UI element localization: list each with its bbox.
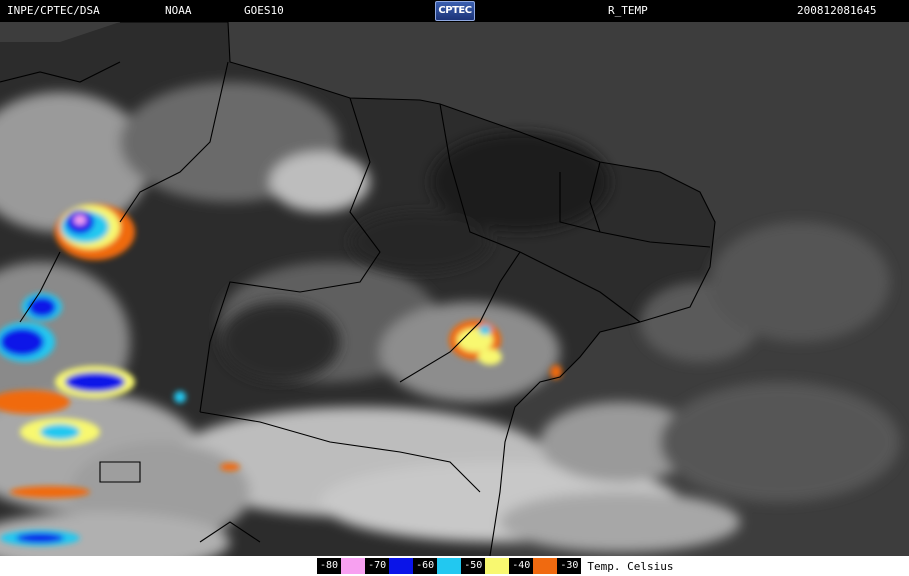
- legend-swatch: [341, 558, 366, 574]
- legend-swatch: [389, 558, 414, 574]
- legend-label: -70: [365, 558, 390, 574]
- infrared-satellite-map: [0, 21, 909, 572]
- satellite-image: [0, 21, 909, 572]
- agency-label: NOAA: [165, 4, 192, 17]
- satellite-label: GOES10: [244, 4, 284, 17]
- logo-text: CPTEC: [438, 5, 472, 16]
- legend-title: Temp. Celsius: [587, 559, 674, 573]
- product-label: R_TEMP: [608, 4, 648, 17]
- legend-swatch: [485, 558, 510, 574]
- temperature-legend: -80 -70 -60 -50 -40 -30 Temp. Celsius: [317, 556, 673, 576]
- image-header-bar: INPE/CPTEC/DSA NOAA GOES10 CPTEC R_TEMP …: [0, 0, 909, 22]
- legend-label: -40: [509, 558, 534, 574]
- legend-label: -50: [461, 558, 486, 574]
- timestamp-label: 200812081645: [797, 4, 877, 17]
- legend-swatch: [437, 558, 462, 574]
- institution-label: INPE/CPTEC/DSA: [7, 4, 100, 17]
- legend-label: -80: [317, 558, 342, 574]
- cptec-logo: CPTEC: [435, 1, 475, 21]
- legend-swatch: [533, 558, 558, 574]
- legend-bar: -80 -70 -60 -50 -40 -30 Temp. Celsius: [0, 556, 909, 576]
- legend-label: -30: [557, 558, 582, 574]
- legend-label: -60: [413, 558, 438, 574]
